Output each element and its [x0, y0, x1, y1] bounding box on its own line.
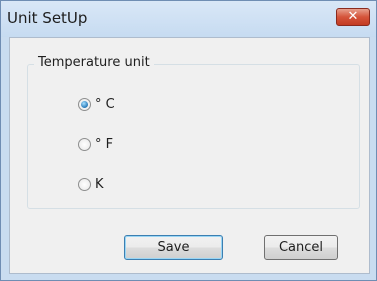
unit-setup-window: Unit SetUp ✕ Temperature unit ° C ° F K …	[0, 0, 377, 281]
radio-button-kelvin[interactable]	[78, 177, 91, 191]
radio-option-celsius[interactable]: ° C	[78, 95, 115, 113]
close-icon: ✕	[347, 9, 359, 24]
save-button[interactable]: Save	[124, 235, 223, 260]
dialog-body: Temperature unit ° C ° F K Save Cancel	[9, 37, 370, 274]
close-button[interactable]: ✕	[336, 8, 370, 26]
temperature-unit-group	[27, 64, 360, 209]
radio-option-kelvin[interactable]: K	[78, 175, 104, 193]
radio-label-kelvin: K	[95, 176, 104, 192]
radio-label-celsius: ° C	[95, 96, 115, 112]
window-title: Unit SetUp	[7, 9, 88, 27]
radio-option-fahrenheit[interactable]: ° F	[78, 135, 113, 153]
radio-button-fahrenheit[interactable]	[78, 137, 91, 151]
radio-label-fahrenheit: ° F	[95, 136, 114, 152]
cancel-button[interactable]: Cancel	[264, 235, 338, 260]
group-legend: Temperature unit	[34, 55, 154, 70]
radio-button-celsius[interactable]	[78, 97, 91, 111]
title-bar[interactable]: Unit SetUp ✕	[1, 1, 376, 37]
